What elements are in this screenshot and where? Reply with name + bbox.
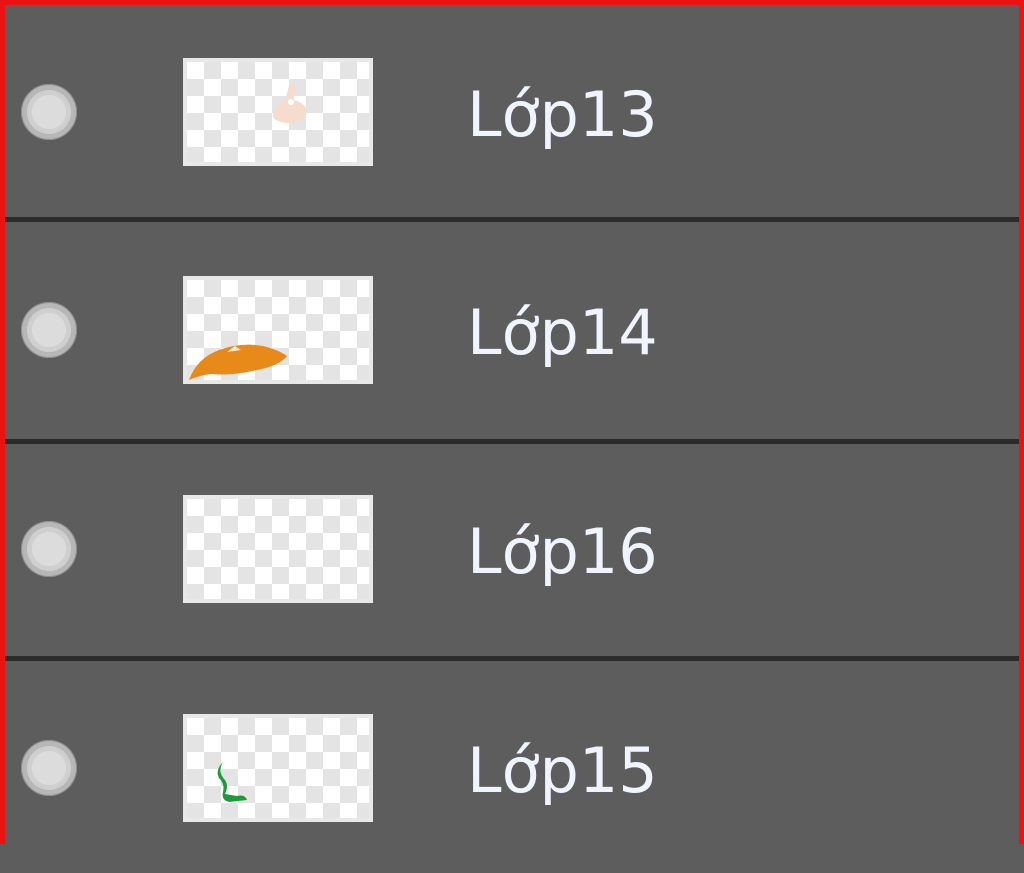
layer-thumbnail[interactable] xyxy=(183,276,373,384)
layer-visibility-radio-icon[interactable] xyxy=(21,521,77,577)
layer-visibility-radio-icon[interactable] xyxy=(21,740,77,796)
layers-panel: Lớp13 Lớp14 Lớp16 Lớp15 xyxy=(0,0,1024,873)
layer-row-lop15[interactable]: Lớp15 xyxy=(5,661,1019,873)
layer-row-lop16[interactable]: Lớp16 xyxy=(5,444,1019,656)
layer-row-lop13[interactable]: Lớp13 xyxy=(5,5,1019,217)
layer-thumbnail[interactable] xyxy=(183,495,373,603)
orange-fish-shape-icon xyxy=(189,344,287,380)
layer-row-lop14[interactable]: Lớp14 xyxy=(5,222,1019,434)
layer-name-label: Lớp13 xyxy=(467,78,658,151)
layer-visibility-radio-icon[interactable] xyxy=(21,84,77,140)
green-sprout-icon xyxy=(217,762,247,802)
layer-thumbnail[interactable] xyxy=(183,58,373,166)
layer-thumbnail[interactable] xyxy=(183,714,373,822)
layer-name-label: Lớp14 xyxy=(467,296,658,369)
layer-visibility-radio-icon[interactable] xyxy=(21,302,77,358)
hand-sketch-icon xyxy=(272,84,307,124)
layer-name-label: Lớp16 xyxy=(467,515,658,588)
empty-transparent-icon xyxy=(187,499,369,599)
layer-name-label: Lớp15 xyxy=(467,734,658,807)
